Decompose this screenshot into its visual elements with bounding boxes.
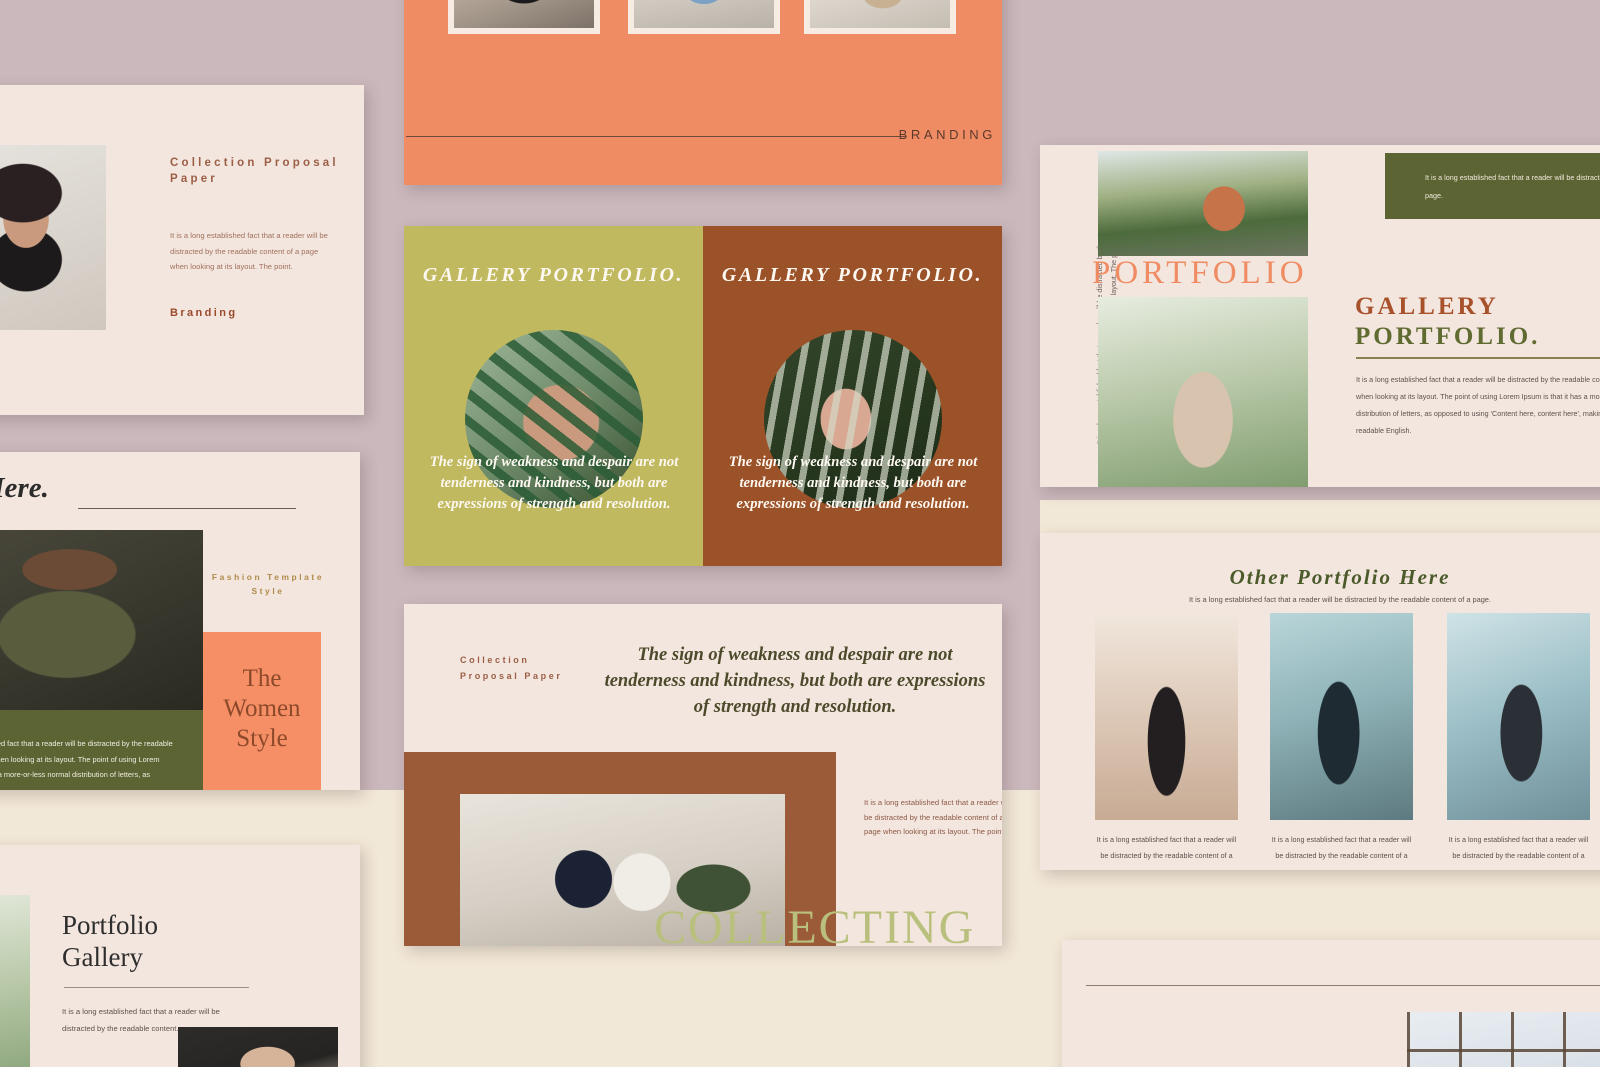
slide-collecting[interactable]: Collection Proposal Paper The sign of we… <box>404 604 1002 946</box>
portfolio-card-caption: It is a long established fact that a rea… <box>1096 835 1237 870</box>
slide-title-line1: Portfolio <box>62 910 159 940</box>
slide-big-title: The Women Style <box>223 665 301 752</box>
divider-rule <box>406 136 906 137</box>
slide-subtitle: It is a long established fact that a rea… <box>1189 595 1491 604</box>
slide-branding-orange[interactable]: BRANDING <box>404 0 1002 185</box>
slide-heading: Here. <box>0 472 49 504</box>
panel-orange-band: The Women Style <box>203 632 321 790</box>
gallery-quote-right: The sign of weakness and despair are not… <box>728 454 978 512</box>
image-woman-in-blossom-trees <box>1098 297 1308 487</box>
slide-big-word: PORTFOLIO <box>1092 255 1308 291</box>
portfolio-card-caption: It is a long established fact that a rea… <box>1271 835 1412 870</box>
divider-rule <box>78 508 296 509</box>
slide-brand-word: Branding <box>170 307 238 319</box>
heading-gallery: GALLERY <box>1355 293 1499 320</box>
image-street-style-sitting <box>454 0 594 28</box>
image-woman-in-greenery <box>0 895 30 1067</box>
slide-kicker: Collection Proposal Paper <box>170 157 339 185</box>
image-woman-in-hat-portrait <box>0 145 106 330</box>
slide-title: Portfolio Gallery <box>62 909 292 973</box>
photo-frame-1 <box>448 0 600 34</box>
slide-title-line2: Gallery <box>62 942 143 972</box>
image-woman-on-rock-mountain <box>1098 151 1308 256</box>
image-street-style-scarf <box>810 0 950 28</box>
slide-quote: The sign of weakness and despair are not… <box>604 645 986 717</box>
portfolio-card[interactable]: It is a long established fact that a rea… <box>1447 613 1590 870</box>
slide-big-word: COLLECTING <box>654 901 976 946</box>
slide-footer-word: BRANDING <box>898 127 996 142</box>
presentation-mockup-canvas: Collection Proposal Paper It is a long e… <box>0 0 1600 1067</box>
panel-green-box: It is a long established fact that a rea… <box>1385 153 1600 219</box>
slide-portfolio-gallery[interactable]: Portfolio Gallery It is a long establishe… <box>0 845 360 1067</box>
slide-other-portfolio-here[interactable]: Other Portfolio Here It is a long establ… <box>1040 533 1600 870</box>
image-street-style-shorts <box>634 0 774 28</box>
slide-the-women-style[interactable]: Here. It is a long established fact that… <box>0 452 360 790</box>
image-portrait-thumbnail <box>178 1027 338 1067</box>
gallery-quote-left: The sign of weakness and despair are not… <box>429 454 679 512</box>
slide-collection-proposal-title[interactable]: Collection Proposal Paper It is a long e… <box>0 85 364 415</box>
slide-kicker: Fashion Template Style <box>211 572 325 596</box>
slide-body-text: It is a long established fact that a rea… <box>170 231 328 271</box>
image-woman-in-olive-coat <box>0 530 203 710</box>
slide-body-text: It is a long established fact that a rea… <box>1356 375 1600 435</box>
green-box-text: It is a long established fact that a rea… <box>1425 173 1600 200</box>
slide-body-text: It is a long established fact that a rea… <box>0 739 173 779</box>
slide-kicker: Collection Proposal Paper <box>460 655 563 681</box>
slide-gallery-portfolio-duo[interactable]: GALLERY PORTFOLIO. The sign of weakness … <box>404 226 1002 566</box>
divider-rule <box>64 987 249 988</box>
slide-portfolio-gallery-right[interactable]: It is a long established fact that a rea… <box>1040 145 1600 487</box>
panel-green-band: It is a long established fact that a rea… <box>0 710 203 790</box>
divider-rule <box>1356 357 1600 359</box>
portfolio-card[interactable]: It is a long established fact that a rea… <box>1095 613 1238 870</box>
image-man-urban-building <box>1270 613 1413 820</box>
slide-heading: Other Portfolio Here <box>1229 565 1451 589</box>
gallery-title-left: GALLERY PORTFOLIO. <box>422 264 685 286</box>
heading-portfolio: PORTFOLIO. <box>1355 323 1541 350</box>
image-window-grid <box>1407 1012 1600 1067</box>
portfolio-card-caption: It is a long established fact that a rea… <box>1448 835 1589 870</box>
image-woman-rooftop-sky <box>1447 613 1590 820</box>
portfolio-card[interactable]: It is a long established fact that a rea… <box>1270 613 1413 870</box>
gallery-title-right: GALLERY PORTFOLIO. <box>721 264 984 286</box>
slide-blank-bottom-right[interactable] <box>1062 940 1600 1067</box>
divider-rule <box>1086 985 1600 986</box>
image-man-in-desert <box>1095 613 1238 820</box>
photo-frame-2 <box>628 0 780 34</box>
photo-frame-3 <box>804 0 956 34</box>
slide-side-body: It is a long established fact that a rea… <box>864 798 1002 836</box>
